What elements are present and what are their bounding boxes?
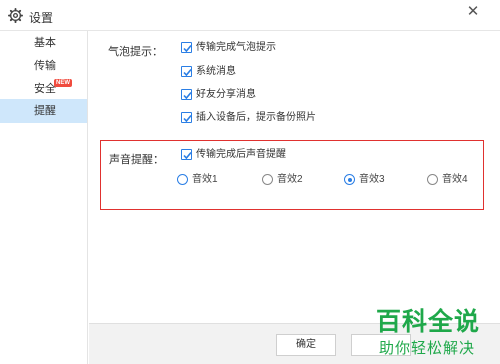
radio-label: 音效2: [277, 174, 303, 185]
window-title: 设置: [29, 11, 54, 25]
bubble-section-label: 气泡提示：: [108, 46, 163, 58]
watermark-logo: 百科全说 助你轻松解决: [376, 302, 500, 364]
sidebar-item-label: 提醒: [34, 105, 56, 117]
checkbox-label: 传输完成后声音提醒: [196, 149, 286, 160]
checkbox-checked-icon: [181, 112, 192, 123]
new-badge: NEW: [54, 79, 72, 87]
watermark-title: 百科全说: [376, 308, 481, 336]
ok-button[interactable]: 确定: [276, 334, 336, 356]
checkbox-checked-icon: [181, 66, 192, 77]
sidebar: 基本 传输 安全 NEW 提醒: [0, 31, 88, 364]
close-button[interactable]: ✕: [464, 3, 482, 21]
sidebar-item-basic[interactable]: 基本: [0, 31, 87, 55]
checkbox-checked-icon: [181, 42, 192, 53]
checkbox-checked-icon: [181, 89, 192, 100]
sound-section-label: 声音提醒：: [109, 154, 164, 166]
sidebar-item-label: 基本: [34, 37, 56, 49]
title-bar: 设置 ✕: [0, 0, 500, 31]
gear-icon: [8, 8, 23, 23]
radio-label: 音效1: [192, 174, 218, 185]
sidebar-item-label: 安全: [34, 83, 56, 95]
checkbox-label: 好友分享消息: [196, 89, 256, 100]
radio-label: 音效3: [359, 174, 385, 185]
watermark-subtitle: 助你轻松解决: [379, 340, 476, 357]
checkbox-label: 系统消息: [196, 66, 236, 77]
radio-icon: [262, 174, 273, 185]
sidebar-item-reminder[interactable]: 提醒: [0, 99, 87, 123]
radio-selected-icon: [344, 174, 355, 185]
radio-icon: [177, 174, 188, 185]
sidebar-item-label: 传输: [34, 60, 56, 72]
sidebar-item-security[interactable]: 安全 NEW: [0, 77, 87, 101]
sidebar-item-transfer[interactable]: 传输: [0, 54, 87, 78]
radio-label: 音效4: [442, 174, 468, 185]
checkbox-label: 传输完成气泡提示: [196, 42, 276, 53]
radio-icon: [427, 174, 438, 185]
checkbox-label: 插入设备后，提示备份照片: [196, 112, 316, 123]
checkbox-checked-icon: [181, 149, 192, 160]
